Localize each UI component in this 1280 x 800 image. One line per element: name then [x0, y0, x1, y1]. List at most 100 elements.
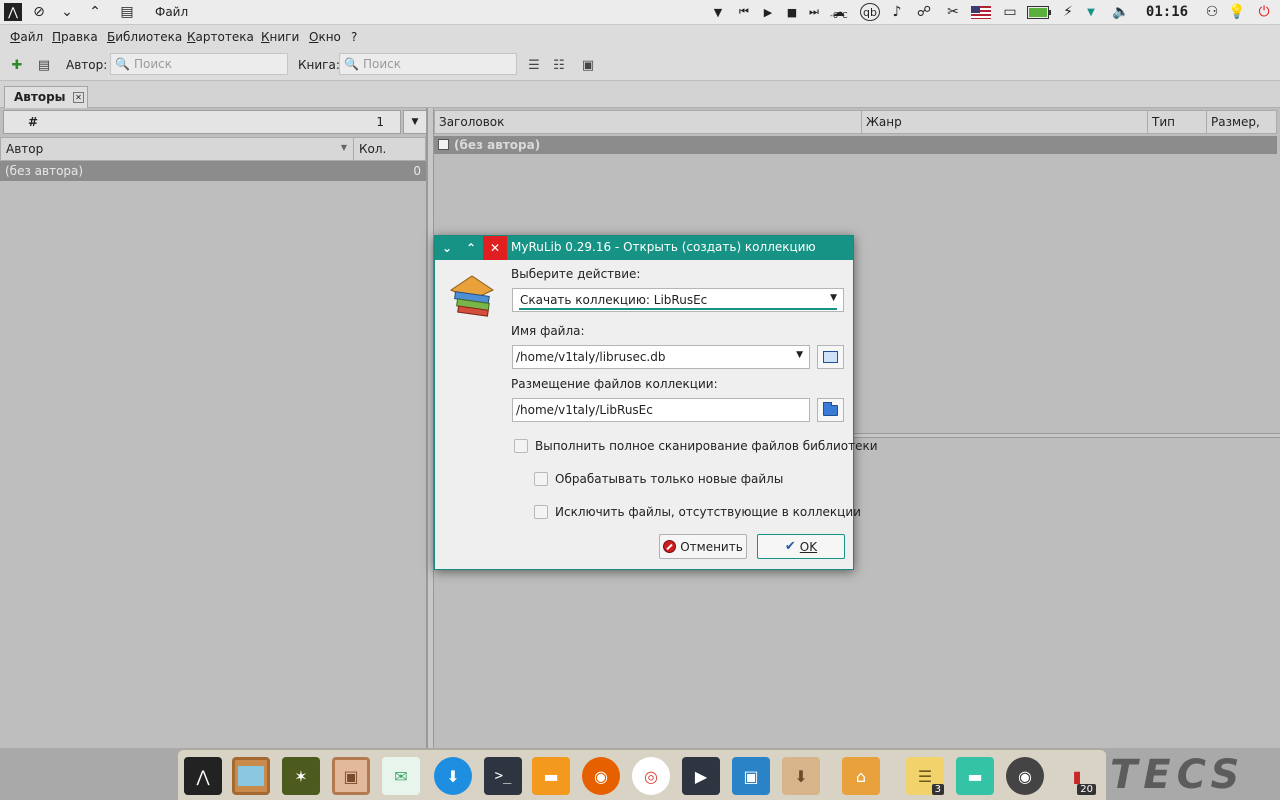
media-stop-icon[interactable]: ■: [784, 3, 800, 21]
myrulib-icon[interactable]: ⌂: [842, 757, 880, 795]
scissors-icon[interactable]: ✂: [942, 3, 964, 21]
user-indicator-icon[interactable]: ⚇: [1202, 3, 1222, 21]
home-folder-icon[interactable]: ▬: [956, 757, 994, 795]
author-label: Автор:: [66, 58, 108, 72]
library-books-icon: [449, 275, 495, 317]
media-eject-icon[interactable]: ▼: [710, 3, 726, 21]
book-search-input[interactable]: 🔍 Поиск: [339, 53, 517, 75]
image-viewer-icon[interactable]: [232, 757, 270, 795]
no-entry-icon[interactable]: ⊘: [30, 3, 48, 21]
cancel-button[interactable]: Отменить: [659, 534, 747, 559]
author-row-name[interactable]: (без автора): [0, 161, 354, 181]
new-collection-icon[interactable]: ✚: [8, 56, 26, 74]
location-input-value: /home/v1taly/LibRusEc: [516, 403, 653, 417]
speaker-icon[interactable]: ◉: [1006, 757, 1044, 795]
full-scan-label[interactable]: Выполнить полное сканирование файлов биб…: [535, 439, 878, 453]
tab-authors[interactable]: Авторы ✕: [4, 86, 88, 108]
screenshot-icon[interactable]: ▣: [732, 757, 770, 795]
column-genre[interactable]: Жанр: [861, 110, 1148, 134]
column-title[interactable]: Заголовок: [434, 110, 862, 134]
menu-books[interactable]: Книги: [261, 30, 299, 44]
menu-catalog[interactable]: Картотека: [187, 30, 254, 44]
close-icon[interactable]: ✕: [483, 236, 507, 260]
column-type[interactable]: Тип: [1147, 110, 1207, 134]
maximize-icon[interactable]: ⌃: [459, 236, 483, 260]
firefox-icon[interactable]: ◉: [582, 757, 620, 795]
media-player-icon[interactable]: ▶: [682, 757, 720, 795]
menu-window[interactable]: Окно: [309, 30, 341, 44]
save-icon[interactable]: ▣: [579, 56, 597, 74]
location-input[interactable]: /home/v1taly/LibRusEc: [512, 398, 810, 422]
terminal-icon[interactable]: >_: [484, 757, 522, 795]
letter-combo[interactable]: # 1 ▼: [3, 110, 427, 134]
vertical-splitter[interactable]: [427, 108, 434, 748]
photo-frame-icon[interactable]: ▣: [332, 757, 370, 795]
group-checkbox[interactable]: [438, 139, 449, 150]
chevron-down-icon[interactable]: ▼: [403, 110, 427, 134]
power-icon[interactable]: ⏻: [1254, 3, 1274, 21]
updates-lightbulb-icon[interactable]: 💡: [1228, 3, 1246, 21]
column-size[interactable]: Размер,: [1206, 110, 1277, 134]
package-installer-icon[interactable]: ⬇: [782, 757, 820, 795]
chrome-icon[interactable]: ◎: [632, 757, 670, 795]
minimize-icon[interactable]: ⌄: [435, 236, 459, 260]
menu-edit[interactable]: Правка: [52, 30, 98, 44]
maximize-chevron-icon[interactable]: ⌃: [86, 3, 104, 21]
clock[interactable]: 01:16: [1140, 3, 1194, 21]
menu-file[interactable]: Файл: [10, 30, 43, 44]
author-row-count[interactable]: 0: [354, 161, 426, 181]
list-view-icon[interactable]: ☰: [525, 56, 543, 74]
network-icon[interactable]: ☍: [914, 3, 934, 21]
chevron-down-icon[interactable]: ▼: [796, 350, 803, 360]
wallpaper-app-icon[interactable]: ✶: [282, 757, 320, 795]
media-play-icon[interactable]: ▶: [760, 3, 776, 21]
new-only-checkbox[interactable]: [534, 472, 548, 486]
media-prev-icon[interactable]: ⏮: [736, 3, 752, 21]
tree-view-icon[interactable]: ☷: [550, 56, 568, 74]
open-collection-icon[interactable]: ▤: [35, 56, 53, 74]
focus-underline: [519, 308, 837, 310]
files-folder-icon[interactable]: ▬: [532, 757, 570, 795]
new-only-label[interactable]: Обрабатывать только новые файлы: [555, 472, 783, 486]
folder-icon: [823, 401, 838, 416]
close-icon[interactable]: ✕: [73, 92, 84, 103]
keyboard-layout-flag-icon[interactable]: [970, 3, 992, 21]
trash-icon[interactable]: ▮ 20: [1058, 757, 1096, 795]
battery-icon[interactable]: [1026, 3, 1052, 21]
volume-icon[interactable]: 🔈: [1110, 3, 1132, 21]
launcher-icon[interactable]: ⋀: [184, 757, 222, 795]
full-scan-checkbox[interactable]: [514, 439, 528, 453]
music-player-icon[interactable]: ♪: [887, 3, 907, 21]
action-label: Выберите действие:: [511, 267, 641, 281]
download-manager-icon[interactable]: ⬇: [434, 757, 472, 795]
clipboard-icon[interactable]: ▭: [1000, 3, 1020, 21]
ok-button-label: OK: [799, 539, 818, 554]
sort-chevron-icon[interactable]: ▼: [341, 143, 347, 152]
column-author[interactable]: Автор ▼: [0, 137, 354, 161]
toolbar: ✚ ▤ Автор: 🔍 Поиск Книга: 🔍 Поиск ☰ ☷ ▣: [0, 49, 1280, 81]
browse-folder-button[interactable]: [817, 398, 844, 422]
notes-icon[interactable]: ☰ 3: [906, 757, 944, 795]
media-next-icon[interactable]: ⏭: [806, 3, 822, 21]
menu-library[interactable]: Библиотека: [107, 30, 182, 44]
window-title[interactable]: Файл: [155, 3, 188, 21]
exclude-missing-label[interactable]: Исключить файлы, отсутствующие в коллекц…: [555, 505, 861, 519]
power-plug-icon[interactable]: ⚡: [1058, 3, 1078, 21]
book-group-row[interactable]: (без автора): [434, 136, 1277, 154]
column-count[interactable]: Кол.: [353, 137, 426, 161]
menu-help[interactable]: ?: [351, 30, 357, 44]
minimize-chevron-icon[interactable]: ⌄: [58, 3, 76, 21]
browse-file-button[interactable]: [817, 345, 844, 369]
author-search-input[interactable]: 🔍 Поиск: [110, 53, 288, 75]
file-combo[interactable]: /home/v1taly/librusec.db ▼: [512, 345, 810, 369]
app-menu-icon[interactable]: ⋀: [4, 3, 22, 21]
wifi-icon[interactable]: ▼: [1084, 3, 1098, 21]
messages-icon[interactable]: ✉: [382, 757, 420, 795]
author-search-placeholder: Поиск: [133, 57, 172, 71]
ok-button[interactable]: ✔ OK: [757, 534, 845, 559]
letter-combo-field[interactable]: # 1: [3, 110, 401, 134]
qbittorrent-icon[interactable]: qb: [860, 3, 880, 21]
action-select[interactable]: Скачать коллекцию: LibRusEc ▼: [512, 288, 844, 312]
active-app-icon[interactable]: ▤: [118, 3, 136, 21]
exclude-missing-checkbox[interactable]: [534, 505, 548, 519]
